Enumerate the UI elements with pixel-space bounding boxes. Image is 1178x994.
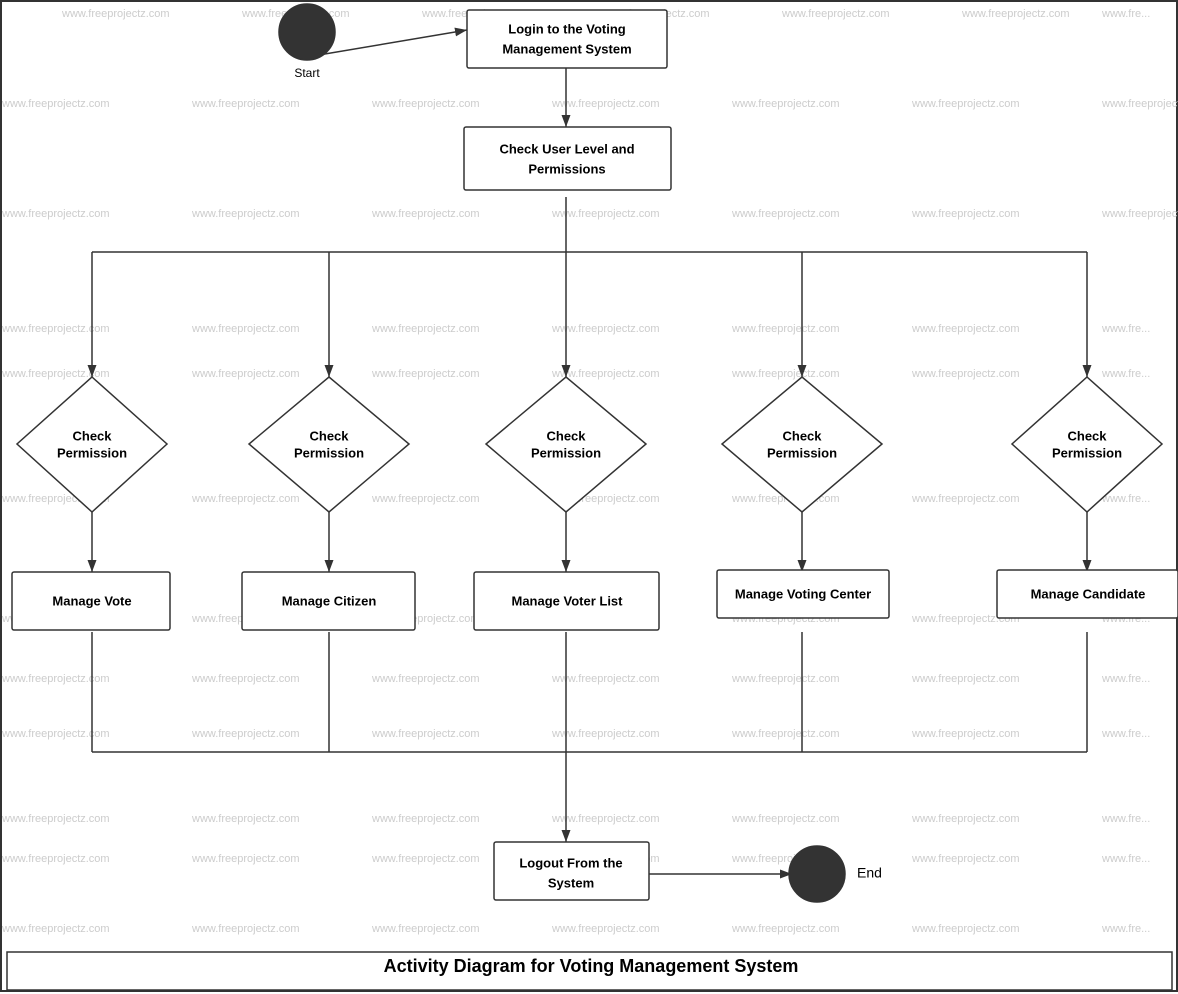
svg-text:www.freeprojectz.com: www.freeprojectz.com: [2, 728, 110, 740]
svg-text:www.freeprojectz.com: www.freeprojectz.com: [2, 98, 110, 110]
svg-text:www.freeprojectz.com: www.freeprojectz.com: [191, 493, 300, 505]
svg-text:www.freeprojectz.com: www.freeprojectz.com: [551, 673, 660, 685]
manage-voter-label: Manage Voter List: [511, 593, 623, 608]
svg-text:www.freeprojectz.com: www.freeprojectz.com: [191, 368, 300, 380]
manage-vote-label: Manage Vote: [52, 593, 131, 608]
check-user-label-1: Check User Level and: [499, 141, 634, 156]
svg-text:www.freeprojectz.com: www.freeprojectz.com: [371, 368, 480, 380]
check-perm-label-1b: Permission: [57, 445, 127, 460]
check-perm-label-1a: Check: [72, 428, 112, 443]
login-label-2: Management System: [502, 41, 631, 56]
svg-text:www.freeprojectz.com: www.freeprojectz.com: [371, 98, 480, 110]
svg-text:www.fre...: www.fre...: [1101, 323, 1150, 335]
svg-text:www.freeprojectz.com: www.freeprojectz.com: [911, 323, 1020, 335]
check-perm-label-3a: Check: [546, 428, 586, 443]
svg-text:www.freeprojectz.com: www.freeprojectz.com: [61, 8, 170, 20]
svg-text:www.freeprojectz.com: www.freeprojectz.com: [551, 323, 660, 335]
start-label: Start: [294, 66, 320, 80]
svg-text:www.freeprojectz.com: www.freeprojectz.com: [911, 813, 1020, 825]
svg-text:www.freeprojectz.com: www.freeprojectz.com: [371, 208, 480, 220]
start-circle: [279, 4, 335, 60]
svg-text:www.freeprojectz.com: www.freeprojectz.com: [191, 208, 300, 220]
manage-citizen-label: Manage Citizen: [282, 593, 377, 608]
svg-text:www.freeprojectz.com: www.freeprojectz.com: [731, 98, 840, 110]
svg-text:www.freeprojectz.com: www.freeprojectz.com: [371, 493, 480, 505]
svg-text:www.freeprojectz.com: www.freeprojectz.com: [731, 323, 840, 335]
svg-text:www.freeprojectz.com: www.freeprojectz.com: [191, 923, 300, 935]
svg-text:www.freeprojectz.com: www.freeprojectz.com: [731, 208, 840, 220]
svg-text:www.freeprojectz.com: www.freeprojectz.com: [731, 813, 840, 825]
svg-text:www.freeprojectz.com: www.freeprojectz.com: [191, 728, 300, 740]
svg-text:www.fre...: www.fre...: [1101, 728, 1150, 740]
logout-node: [494, 842, 649, 900]
svg-text:www.fre...: www.fre...: [1101, 368, 1150, 380]
svg-text:www.freeprojectz.com: www.freeprojectz.com: [911, 493, 1020, 505]
svg-text:www.freeprojectz.com: www.freeprojectz.com: [191, 98, 300, 110]
svg-text:www.freeprojectz.com: www.freeprojectz.com: [191, 813, 300, 825]
manage-voting-center-label: Manage Voting Center: [735, 586, 871, 601]
svg-text:www.freeprojectz.com: www.freeprojectz.com: [911, 673, 1020, 685]
diagram-title: Activity Diagram for Voting Management S…: [384, 956, 799, 976]
svg-text:www.freeprojectz.com: www.freeprojectz.com: [961, 8, 1070, 20]
svg-text:www.freeprojectz.com: www.freeprojectz.com: [371, 813, 480, 825]
svg-text:www.freeprojectz.com: www.freeprojectz.com: [2, 853, 110, 865]
svg-text:www.freeprojectz.com: www.freeprojectz.com: [191, 673, 300, 685]
svg-text:www.freeprojectz.com: www.freeprojectz.com: [2, 673, 110, 685]
svg-text:www.fre...: www.fre...: [1101, 493, 1150, 505]
svg-text:www.fre...: www.fre...: [1101, 673, 1150, 685]
svg-text:www.freeprojectz.com: www.freeprojectz.com: [551, 728, 660, 740]
svg-text:www.freeprojectz.com: www.freeprojectz.com: [371, 853, 480, 865]
svg-text:www.fre...: www.fre...: [1101, 853, 1150, 865]
check-perm-label-5a: Check: [1067, 428, 1107, 443]
end-circle: [789, 846, 845, 902]
svg-text:www.freeprojectz.com: www.freeprojectz.com: [191, 323, 300, 335]
svg-text:www.fre...: www.fre...: [1101, 923, 1150, 935]
check-perm-label-3b: Permission: [531, 445, 601, 460]
svg-text:www.freeprojectz.com: www.freeprojectz.com: [371, 323, 480, 335]
svg-text:www.freeprojectz.com: www.freeprojectz.com: [551, 208, 660, 220]
logout-label-1: Logout From the: [519, 855, 622, 870]
svg-text:www.freeprojectz.com: www.freeprojectz.com: [1101, 98, 1178, 110]
check-perm-label-4b: Permission: [767, 445, 837, 460]
manage-candidate-label: Manage Candidate: [1031, 586, 1146, 601]
end-label: End: [857, 865, 882, 881]
svg-text:www.freeprojectz.com: www.freeprojectz.com: [2, 813, 110, 825]
login-label-1: Login to the Voting: [508, 21, 626, 36]
svg-text:www.freeprojectz.com: www.freeprojectz.com: [781, 8, 890, 20]
svg-text:www.freeprojectz.com: www.freeprojectz.com: [731, 923, 840, 935]
svg-text:www.freeprojectz.com: www.freeprojectz.com: [731, 728, 840, 740]
svg-text:www.freeprojectz.com: www.freeprojectz.com: [2, 923, 110, 935]
svg-text:www.freeprojectz.com: www.freeprojectz.com: [551, 98, 660, 110]
check-user-label-2: Permissions: [528, 161, 605, 176]
logout-label-2: System: [548, 875, 594, 890]
svg-text:www.freeprojectz.com: www.freeprojectz.com: [911, 98, 1020, 110]
svg-text:www.freeprojectz.com: www.freeprojectz.com: [371, 923, 480, 935]
svg-text:www.freeprojectz.com: www.freeprojectz.com: [551, 813, 660, 825]
svg-text:www.freeprojectz.com: www.freeprojectz.com: [911, 368, 1020, 380]
check-user-node: [464, 127, 671, 190]
svg-text:www.freeprojectz.com: www.freeprojectz.com: [731, 673, 840, 685]
svg-text:www.fre...: www.fre...: [1101, 8, 1150, 20]
check-perm-label-2b: Permission: [294, 445, 364, 460]
svg-text:www.freeprojectz.com: www.freeprojectz.com: [911, 208, 1020, 220]
login-node: [467, 10, 667, 68]
check-perm-label-5b: Permission: [1052, 445, 1122, 460]
svg-text:www.freeprojectz.com: www.freeprojectz.com: [371, 728, 480, 740]
svg-text:www.freeprojectz.com: www.freeprojectz.com: [2, 208, 110, 220]
check-perm-label-4a: Check: [782, 428, 822, 443]
diagram-container: www.freeprojectz.com www.freeprojectz.co…: [0, 0, 1178, 992]
check-perm-label-2a: Check: [309, 428, 349, 443]
svg-text:www.freeprojectz.com: www.freeprojectz.com: [371, 673, 480, 685]
svg-text:www.fre...: www.fre...: [1101, 813, 1150, 825]
svg-text:www.freeprojectz.com: www.freeprojectz.com: [191, 853, 300, 865]
main-svg: www.freeprojectz.com www.freeprojectz.co…: [2, 2, 1178, 994]
svg-text:www.freeprojectz.com: www.freeprojectz.com: [1101, 208, 1178, 220]
svg-text:www.freeprojectz.com: www.freeprojectz.com: [2, 323, 110, 335]
svg-text:www.freeprojectz.com: www.freeprojectz.com: [911, 853, 1020, 865]
svg-text:www.freeprojectz.com: www.freeprojectz.com: [731, 368, 840, 380]
svg-text:www.freeprojectz.com: www.freeprojectz.com: [911, 728, 1020, 740]
svg-text:www.freeprojectz.com: www.freeprojectz.com: [551, 923, 660, 935]
svg-text:www.freeprojectz.com: www.freeprojectz.com: [911, 923, 1020, 935]
